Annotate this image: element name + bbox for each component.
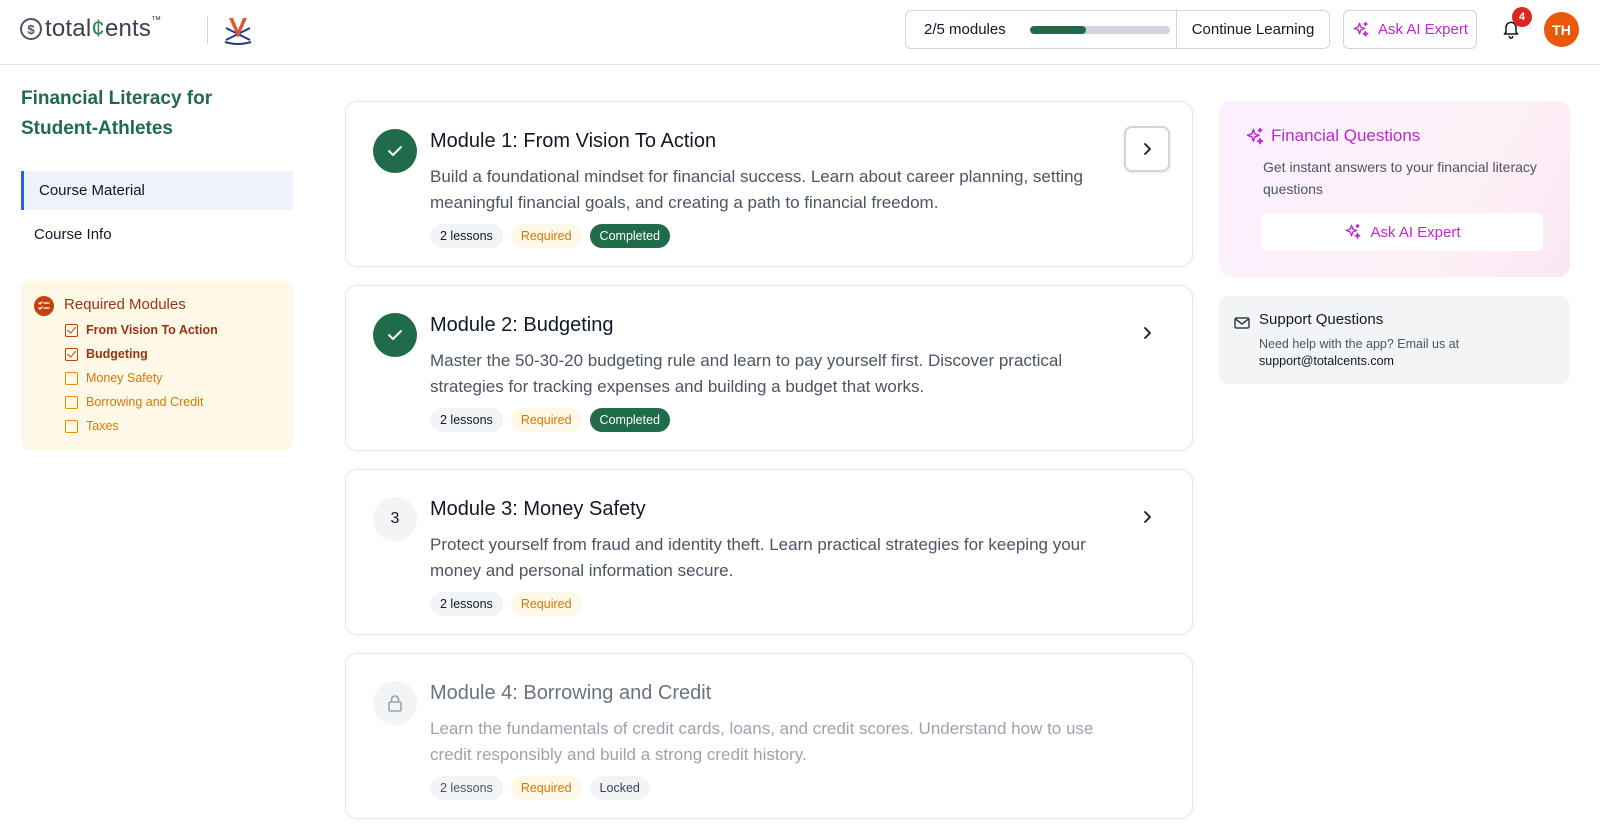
required-item-vision-to-action[interactable]: From Vision To Action	[65, 323, 218, 337]
nav-course-material[interactable]: Course Material	[21, 171, 293, 210]
support-questions-panel: Support Questions Need help with the app…	[1219, 296, 1570, 384]
logo-wordmark: total¢ents™	[45, 15, 162, 42]
module-progress: 2/5 modules Continue Learning	[905, 10, 1330, 49]
required-tag: Required	[510, 224, 582, 248]
chevron-right-icon	[1144, 327, 1151, 339]
required-item-budgeting[interactable]: Budgeting	[65, 347, 148, 361]
module-description: Learn the fundamentals of credit cards, …	[430, 719, 1094, 764]
unchecked-box-icon	[65, 371, 78, 385]
module-description: Protect yourself from fraud and identity…	[430, 535, 1086, 580]
lessons-count-tag: 2 lessons	[430, 408, 503, 432]
ask-ai-expert-button[interactable]: Ask AI Expert	[1343, 10, 1477, 49]
top-bar: $ total¢ents™ 2/5 modules Continue Learn…	[0, 0, 1600, 65]
unchecked-box-icon	[65, 419, 78, 433]
required-tag: Required	[510, 776, 582, 800]
check-icon	[373, 313, 417, 357]
required-item-label: Borrowing and Credit	[86, 395, 204, 409]
ask-ai-expert-label: Ask AI Expert	[1377, 21, 1469, 38]
required-tag: Required	[510, 408, 582, 432]
check-icon	[373, 129, 417, 173]
continue-learning-button[interactable]: Continue Learning	[1177, 11, 1329, 48]
totalcents-logo[interactable]: $ total¢ents™	[20, 14, 161, 44]
lessons-count-tag: 2 lessons	[430, 776, 503, 800]
dollar-coin-icon: $	[20, 18, 42, 40]
required-modules-panel: Required Modules From Vision To Action B…	[21, 281, 293, 450]
support-questions-title: Support Questions	[1259, 311, 1384, 328]
mail-icon	[1234, 317, 1250, 329]
required-item-borrowing-credit[interactable]: Borrowing and Credit	[65, 395, 203, 409]
required-item-label: Money Safety	[86, 371, 163, 385]
progress-bar	[1030, 25, 1170, 34]
notification-count-badge: 4	[1512, 7, 1532, 27]
progress-label: 2/5 modules	[924, 21, 1006, 38]
sparkles-icon	[1246, 127, 1264, 145]
module-number-badge: 3	[373, 497, 417, 541]
module-title: Module 4: Borrowing and Credit	[430, 682, 712, 704]
checked-box-icon	[65, 323, 78, 337]
support-questions-description: Need help with the app? Email us at supp…	[1259, 336, 1559, 370]
required-item-label: Budgeting	[86, 347, 148, 361]
lock-icon	[373, 681, 417, 725]
module-title: Module 1: From Vision To Action	[430, 130, 717, 152]
module-title: Module 2: Budgeting	[430, 314, 614, 336]
required-item-label: Taxes	[86, 419, 119, 433]
logo-divider	[207, 16, 208, 44]
module-card-2[interactable]: Module 2: Budgeting Master the 50-30-20 …	[345, 285, 1193, 451]
chevron-right-icon	[1144, 511, 1151, 523]
required-tag: Required	[510, 592, 582, 616]
course-title: Financial Literacy for Student-Athletes	[21, 88, 213, 139]
module-tags: 2 lessons Required Locked	[430, 776, 650, 800]
university-v-sabres-logo	[224, 18, 252, 45]
panel-ask-ai-expert-label: Ask AI Expert	[1370, 223, 1461, 241]
progress-bar-fill	[1030, 25, 1086, 34]
module-tags: 2 lessons Required Completed	[430, 224, 670, 248]
user-avatar[interactable]: TH	[1544, 12, 1579, 47]
open-module-button[interactable]	[1124, 310, 1170, 356]
module-description: Build a foundational mindset for financi…	[430, 167, 1084, 212]
module-title: Module 3: Money Safety	[430, 498, 646, 520]
open-module-button[interactable]	[1124, 494, 1170, 540]
checked-box-icon	[65, 347, 78, 361]
module-tags: 2 lessons Required Completed	[430, 408, 670, 432]
financial-questions-title: Financial Questions	[1271, 126, 1421, 145]
module-card-3[interactable]: 3 Module 3: Money Safety Protect yoursel…	[345, 469, 1193, 635]
support-email-link[interactable]: support@totalcents.com	[1259, 353, 1559, 370]
completed-tag: Completed	[589, 408, 670, 432]
lessons-count-tag: 2 lessons	[430, 592, 503, 616]
sparkles-icon	[1346, 223, 1361, 239]
module-tags: 2 lessons Required	[430, 592, 582, 616]
lessons-count-tag: 2 lessons	[430, 224, 503, 248]
module-card-4: Module 4: Borrowing and Credit Learn the…	[345, 653, 1193, 819]
module-description: Master the 50-30-20 budgeting rule and l…	[430, 351, 1063, 396]
nav-course-info[interactable]: Course Info	[21, 215, 293, 254]
required-modules-title: Required Modules	[64, 296, 186, 313]
chevron-right-icon	[1144, 143, 1151, 155]
unchecked-box-icon	[65, 395, 78, 409]
panel-ask-ai-expert-button[interactable]: Ask AI Expert	[1262, 213, 1543, 251]
required-item-money-safety[interactable]: Money Safety	[65, 371, 162, 385]
module-card-1[interactable]: Module 1: From Vision To Action Build a …	[345, 101, 1193, 267]
locked-tag: Locked	[589, 776, 650, 800]
required-item-label: From Vision To Action	[86, 323, 218, 337]
open-module-button[interactable]	[1124, 126, 1170, 172]
completed-tag: Completed	[589, 224, 670, 248]
financial-questions-panel: Financial Questions Get instant answers …	[1219, 101, 1570, 277]
financial-questions-description: Get instant answers to your financial li…	[1263, 159, 1537, 197]
support-description-text: Need help with the app? Email us at	[1259, 337, 1460, 351]
required-item-taxes[interactable]: Taxes	[65, 419, 119, 433]
list-checks-icon	[34, 296, 54, 316]
sparkles-icon	[1353, 21, 1369, 37]
